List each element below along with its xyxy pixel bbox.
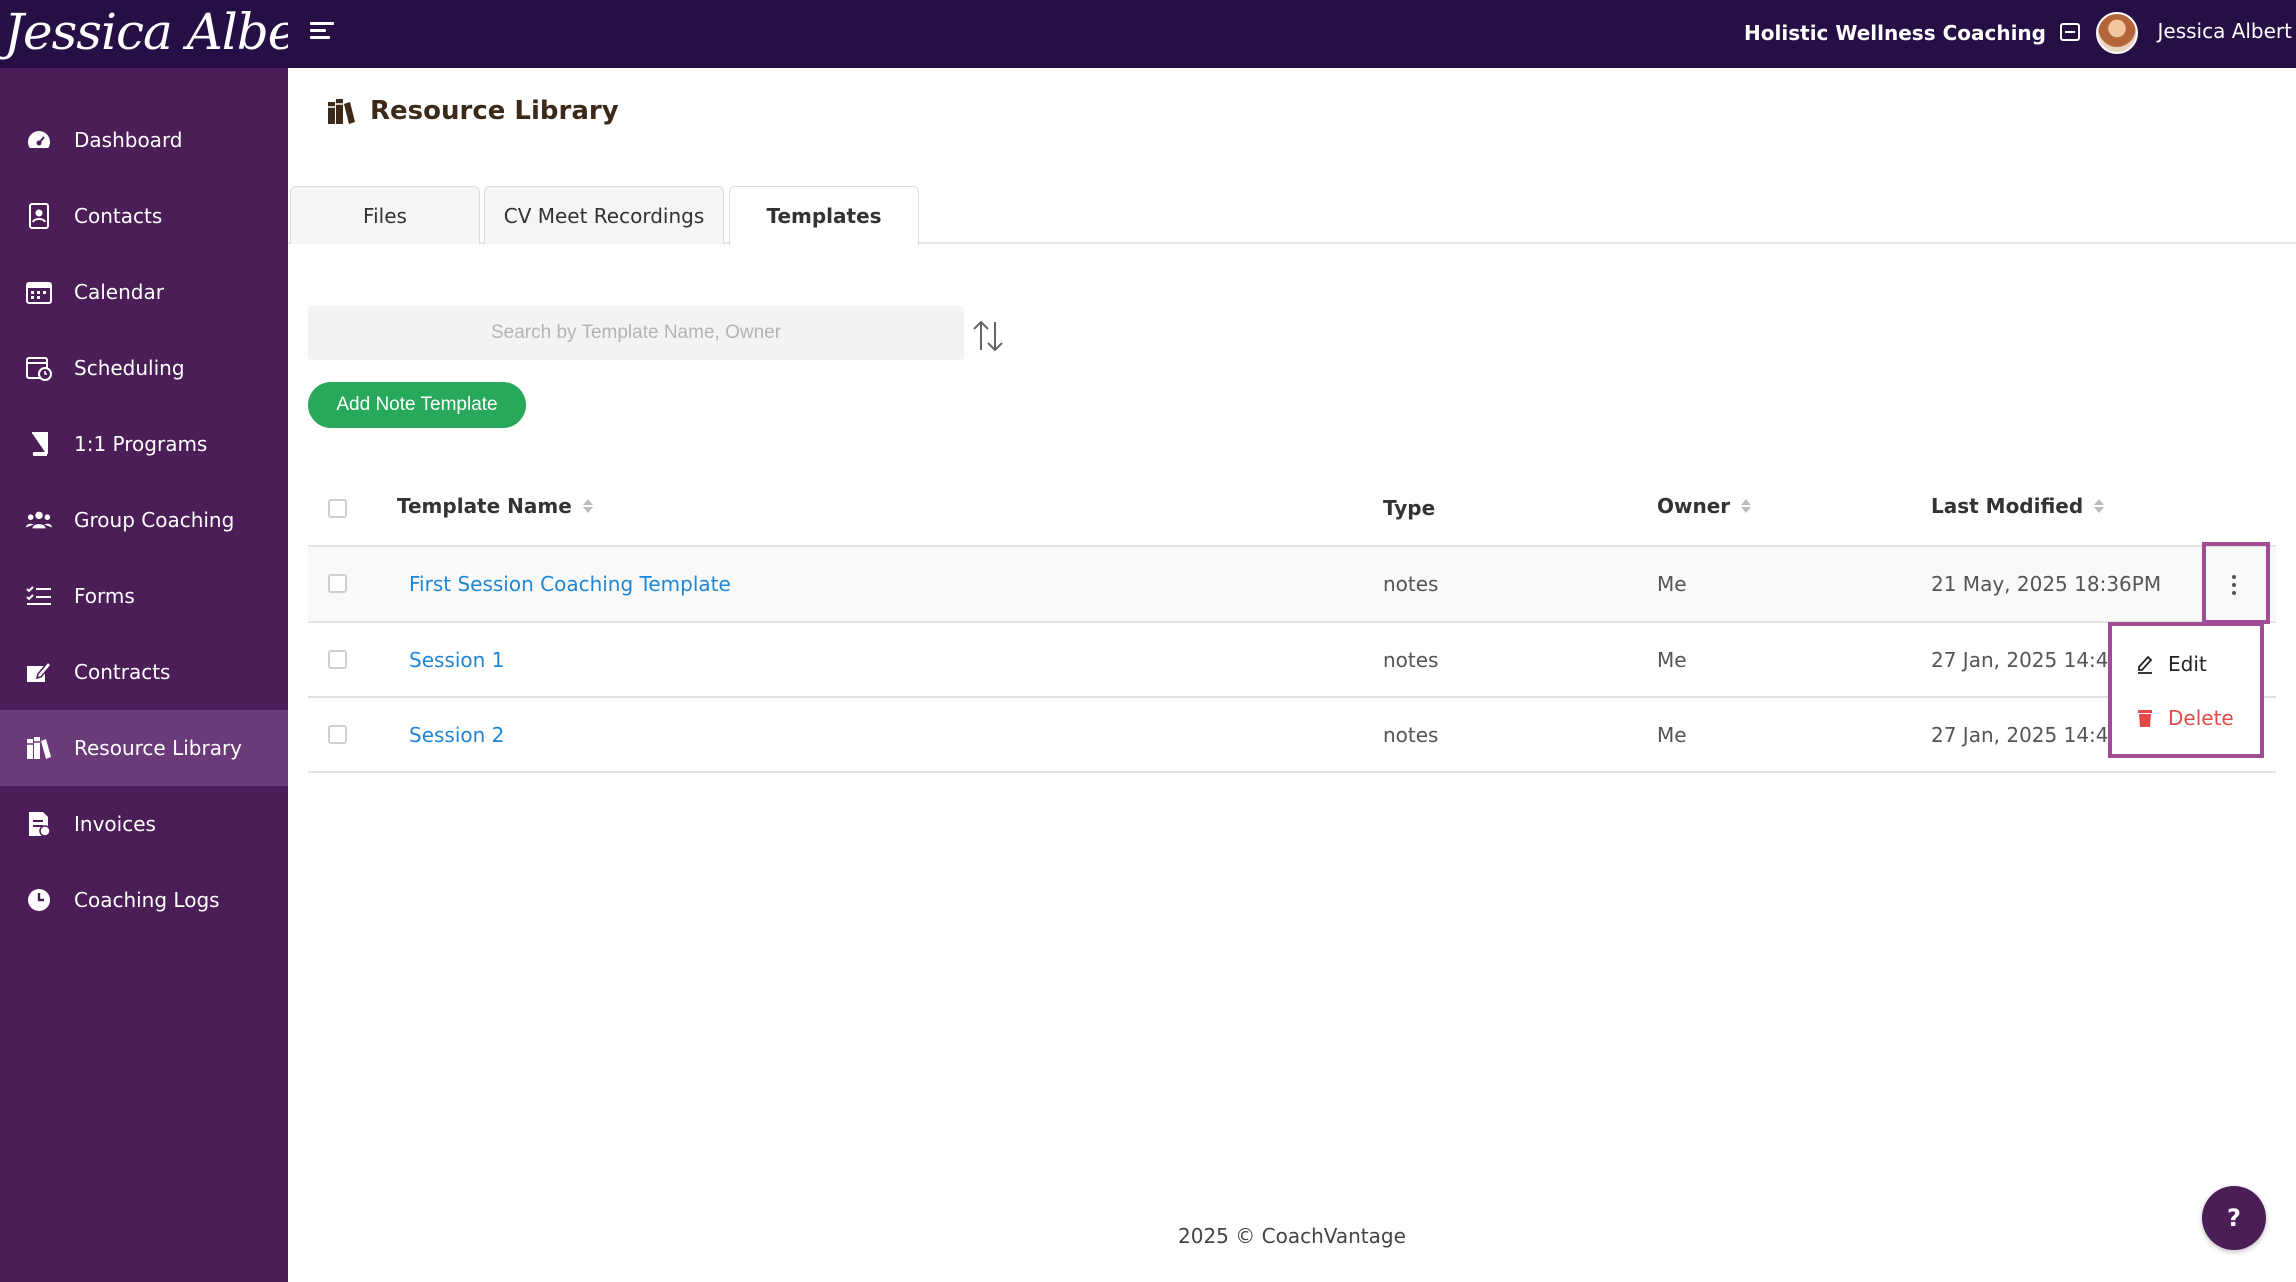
trash-icon: [2138, 710, 2152, 727]
template-type: notes: [1383, 723, 1439, 747]
sidebar-item-label: Forms: [74, 584, 135, 608]
footer-copyright: 2025 © CoachVantage: [1178, 1224, 1406, 1248]
sidebar-item-label: Coaching Logs: [74, 888, 220, 912]
row-actions-menu: Edit Delete: [2108, 622, 2264, 758]
edit-menu-item[interactable]: Edit: [2136, 652, 2207, 676]
template-owner: Me: [1657, 648, 1687, 672]
sort-arrows-icon[interactable]: [1740, 497, 1752, 515]
user-name[interactable]: Jessica Albert: [2157, 19, 2292, 43]
delete-label: Delete: [2168, 706, 2234, 730]
sidebar-item-label: Calendar: [74, 280, 164, 304]
template-name-link[interactable]: First Session Coaching Template: [409, 572, 731, 596]
sidebar-item-coaching-logs[interactable]: Coaching Logs: [0, 862, 288, 938]
sidebar-item-contacts[interactable]: Contacts: [0, 178, 288, 254]
sidebar-item-label: 1:1 Programs: [74, 432, 208, 456]
scheduling-icon: [26, 355, 52, 381]
sidebar-item-label: Group Coaching: [74, 508, 235, 532]
column-header-label: Owner: [1657, 494, 1731, 518]
help-button[interactable]: ?: [2202, 1186, 2266, 1250]
sort-toggle-icon[interactable]: [970, 318, 1006, 354]
menu-toggle-icon[interactable]: [310, 22, 334, 44]
select-all-checkbox[interactable]: [328, 499, 347, 518]
edit-label: Edit: [2168, 652, 2207, 676]
sort-arrows-icon[interactable]: [2093, 497, 2105, 515]
sidebar-item-forms[interactable]: Forms: [0, 558, 288, 634]
clock-icon: [26, 887, 52, 913]
avatar[interactable]: [2096, 12, 2138, 54]
add-note-template-button[interactable]: Add Note Template: [308, 382, 526, 428]
sidebar-item-calendar[interactable]: Calendar: [0, 254, 288, 330]
table-divider: [308, 621, 2276, 623]
row-checkbox[interactable]: [328, 574, 347, 593]
tab-cv-meet-recordings[interactable]: CV Meet Recordings: [484, 186, 724, 244]
template-type: notes: [1383, 648, 1439, 672]
row-actions-kebab-icon[interactable]: [2212, 560, 2256, 610]
template-last-modified: 21 May, 2025 18:36PM: [1931, 572, 2162, 596]
invoice-icon: [26, 811, 52, 837]
pencil-icon: [2138, 655, 2153, 674]
sidebar-item-scheduling[interactable]: Scheduling: [0, 330, 288, 406]
sidebar-item-resource-library[interactable]: Resource Library: [0, 710, 288, 786]
column-header-last-modified[interactable]: Last Modified: [1931, 494, 2105, 518]
sidebar-item-invoices[interactable]: Invoices: [0, 786, 288, 862]
sidebar-item-label: Dashboard: [74, 128, 183, 152]
sidebar-item-label: Contracts: [74, 660, 171, 684]
table-divider: [308, 696, 2276, 698]
contract-sign-icon: [26, 659, 52, 685]
template-name-link[interactable]: Session 1: [409, 648, 504, 672]
tab-files[interactable]: Files: [290, 186, 480, 244]
template-name-link[interactable]: Session 2: [409, 723, 504, 747]
sidebar-item-label: Contacts: [74, 204, 163, 228]
books-icon: [26, 735, 52, 761]
tab-templates[interactable]: Templates: [729, 186, 919, 245]
column-header-label: Template Name: [397, 494, 572, 518]
calendar-icon: [26, 279, 52, 305]
column-header-template-name[interactable]: Template Name: [397, 494, 594, 518]
column-header-label: Type: [1383, 496, 1436, 520]
contacts-icon: [26, 203, 52, 229]
group-icon: [26, 507, 52, 533]
sidebar-item-programs[interactable]: 1:1 Programs: [0, 406, 288, 482]
page-header: Resource Library: [326, 96, 619, 126]
briefcase-icon[interactable]: [2060, 23, 2080, 41]
dashboard-icon: [26, 127, 52, 153]
table-divider: [308, 771, 2276, 773]
sidebar-item-label: Resource Library: [74, 736, 243, 760]
book-icon: [26, 431, 52, 457]
top-bar: Jessica Albert Holistic Wellness Coachin…: [0, 0, 2296, 68]
sidebar: Dashboard Contacts Calendar Scheduling 1…: [0, 68, 288, 1282]
template-owner: Me: [1657, 572, 1687, 596]
organization-name[interactable]: Holistic Wellness Coaching: [1744, 21, 2046, 45]
books-icon: [328, 99, 355, 124]
sidebar-item-contracts[interactable]: Contracts: [0, 634, 288, 710]
sidebar-item-label: Scheduling: [74, 356, 185, 380]
template-type: notes: [1383, 572, 1439, 596]
template-owner: Me: [1657, 723, 1687, 747]
sort-arrows-icon[interactable]: [582, 497, 594, 515]
row-checkbox[interactable]: [328, 650, 347, 669]
delete-menu-item[interactable]: Delete: [2136, 706, 2234, 730]
column-header-label: Last Modified: [1931, 494, 2084, 518]
search-input[interactable]: [308, 306, 964, 360]
brand-logo[interactable]: Jessica Albert: [0, 0, 288, 68]
sidebar-item-dashboard[interactable]: Dashboard: [0, 102, 288, 178]
sidebar-item-label: Invoices: [74, 812, 156, 836]
page-title: Resource Library: [370, 96, 619, 126]
forms-icon: [26, 583, 52, 609]
column-header-owner[interactable]: Owner: [1657, 494, 1752, 518]
column-header-type: Type: [1383, 496, 1435, 520]
sidebar-item-group-coaching[interactable]: Group Coaching: [0, 482, 288, 558]
row-checkbox[interactable]: [328, 725, 347, 744]
